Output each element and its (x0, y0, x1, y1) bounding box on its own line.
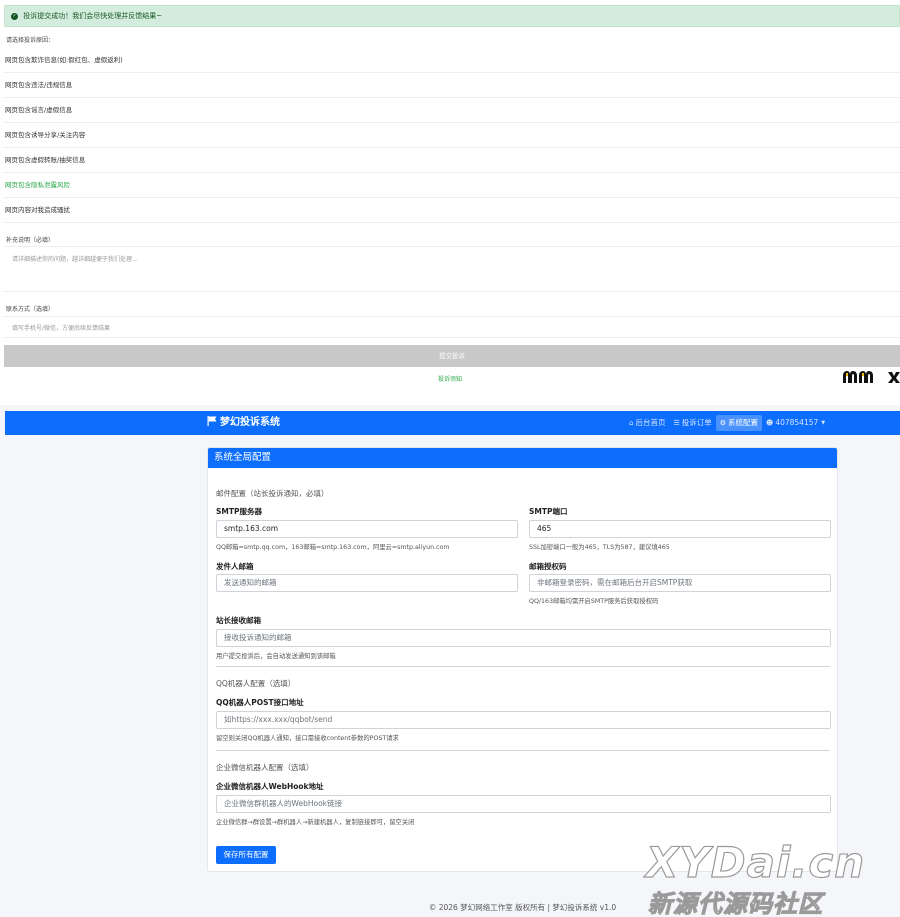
watermark-community: 新源代源码社区 (648, 890, 823, 917)
smtp-port-input[interactable]: 465 (529, 520, 831, 538)
caret-down-icon: ▼ (821, 420, 826, 426)
supplement-label: 补充说明（必填） (6, 237, 55, 244)
reason-option[interactable]: 网页包含诱导分享/关注内容 (4, 123, 900, 148)
brand-link[interactable]: 梦幻投诉系统 (207, 411, 280, 435)
reason-option[interactable]: 网页包含欺诈信息(如:假红包、虚假返利) (4, 48, 900, 73)
section-divider (216, 666, 830, 667)
nav-item-label: 407854157 (775, 418, 819, 427)
config-card: 系统全局配置 邮件配置（站长投诉通知，必填） SMTP服务器 smtp.163.… (207, 447, 838, 872)
auth-code-input[interactable]: 非邮箱登录密码，需在邮箱后台开启SMTP获取 (529, 574, 831, 592)
auth-code-label: 邮箱授权码 (529, 562, 567, 571)
reason-options: 网页包含欺诈信息(如:假红包、虚假返利) 网页包含违法/违规信息 网页包含谣言/… (4, 48, 900, 223)
contact-label: 联系方式（选填） (6, 306, 55, 313)
list-icon: ☰ (673, 419, 680, 427)
nav-item-label: 系统配置 (728, 418, 759, 427)
check-circle-icon: ✓ (11, 12, 18, 20)
wecom-webhook-input[interactable]: 企业微信群机器人的WebHook链接 (216, 795, 831, 813)
smtp-port-hint: SSL加密端口一般为465，TLS为587，建议填465 (529, 544, 670, 551)
auth-code-hint: QQ/163邮箱均需开启SMTP服务后获取授权码 (529, 598, 659, 605)
contact-input[interactable]: 填写手机号/微信，方便后续反馈结果 (4, 316, 900, 338)
reason-option[interactable]: 网页包含虚假转账/抽奖信息 (4, 148, 900, 173)
wecom-webhook-hint: 企业微信群→群设置→群机器人→新建机器人，复制链接即可，留空关闭 (216, 819, 415, 826)
nav-item-home[interactable]: ⌂ 后台首页 (625, 415, 669, 431)
complaint-notice-link[interactable]: 投诉须知 (0, 374, 900, 383)
smtp-server-input[interactable]: smtp.163.com (216, 520, 518, 538)
admin-email-label: 站长接收邮箱 (216, 616, 261, 625)
mail-section-title: 邮件配置（站长投诉通知，必填） (216, 489, 329, 498)
reason-option[interactable]: 网页内容对我造成骚扰 (4, 198, 900, 223)
site-watermark: XYDai.cn 新源代源码社区 (640, 837, 900, 917)
reason-label: 请选择投诉原因： (6, 37, 55, 44)
submit-complaint-button[interactable]: 提交投诉 (4, 345, 900, 367)
reason-option[interactable]: 网页包含谣言/虚假信息 (4, 98, 900, 123)
watermark-domain: XYDai.cn (645, 837, 866, 887)
success-alert: ✓ 投诉提交成功！我们会尽快处理并反馈结果~ (4, 5, 900, 27)
nav-item-label: 投诉订单 (681, 418, 712, 427)
qq-post-label: QQ机器人POST接口地址 (216, 698, 304, 707)
admin-email-hint: 用户提交投诉后，会自动发送通知到该邮箱 (216, 653, 336, 660)
user-icon: ☻ (766, 419, 774, 427)
smtp-port-label: SMTP端口 (529, 507, 568, 516)
nav-item-user-dropdown[interactable]: ☻ 407854157 ▼ (762, 415, 829, 431)
success-alert-text: 投诉提交成功！我们会尽快处理并反馈结果~ (23, 12, 163, 20)
sender-email-label: 发件人邮箱 (216, 562, 254, 571)
nav-item-orders[interactable]: ☰ 投诉订单 (669, 415, 715, 431)
sender-email-input[interactable]: 发送通知的邮箱 (216, 574, 518, 592)
section-divider (216, 750, 830, 751)
gear-icon: ⚙ (719, 419, 727, 427)
qq-post-input[interactable]: 如https://xxx.xxx/qqbot/send (216, 711, 831, 729)
supplement-textarea[interactable]: 请详细描述你的问题，越详细越便于我们处理... (4, 246, 900, 292)
nav-item-settings[interactable]: ⚙ 系统配置 (715, 415, 763, 431)
brand-logo-icon (843, 371, 900, 383)
nav-menu: ⌂ 后台首页 ☰ 投诉订单 ⚙ 系统配置 ☻ 407854157 ▼ (625, 411, 829, 435)
brand-title: 梦幻投诉系统 (220, 417, 280, 428)
home-icon: ⌂ (629, 419, 634, 427)
complaint-form-page: ✓ 投诉提交成功！我们会尽快处理并反馈结果~ 请选择投诉原因： 网页包含欺诈信息… (0, 0, 900, 400)
wecom-webhook-label: 企业微信机器人WebHook地址 (216, 782, 324, 791)
smtp-server-label: SMTP服务器 (216, 507, 262, 516)
top-navbar: 梦幻投诉系统 ⌂ 后台首页 ☰ 投诉订单 ⚙ 系统配置 ☻ 407854157 … (5, 411, 900, 435)
smtp-server-hint: QQ邮箱=smtp.qq.com，163邮箱=smtp.163.com，阿里云=… (216, 544, 450, 551)
save-config-button[interactable]: 保存所有配置 (216, 846, 276, 864)
qq-section-title: QQ机器人配置（选填） (216, 679, 296, 688)
reason-option[interactable]: 网页包含违法/违规信息 (4, 73, 900, 98)
flag-icon (207, 416, 217, 426)
reason-option-selected[interactable]: 网页包含隐私泄露风险 (4, 173, 900, 198)
wecom-section-title: 企业微信机器人配置（选填） (216, 763, 314, 772)
admin-email-input[interactable]: 接收投诉通知的邮箱 (216, 629, 831, 647)
card-title: 系统全局配置 (208, 448, 837, 468)
qq-post-hint: 留空则关闭QQ机器人通知，接口需接收content参数的POST请求 (216, 735, 399, 742)
nav-item-label: 后台首页 (635, 418, 666, 427)
